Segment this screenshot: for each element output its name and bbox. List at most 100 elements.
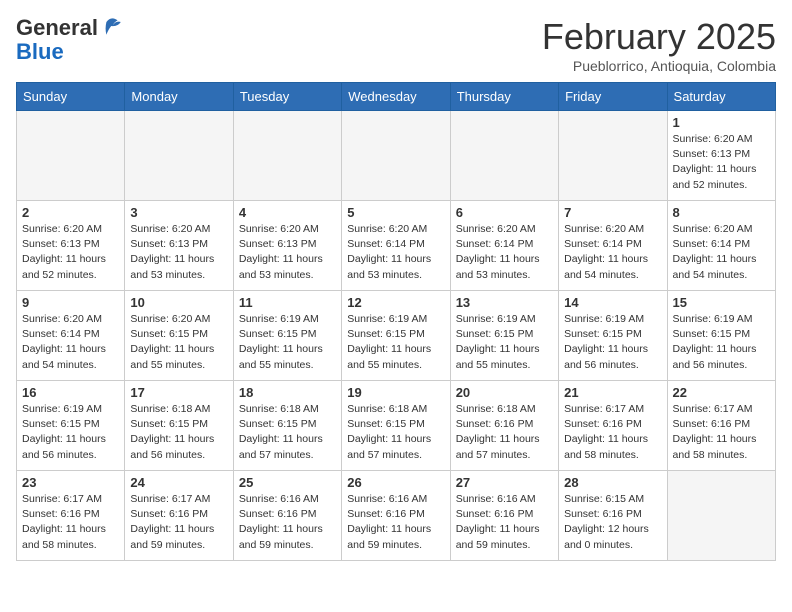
day-number: 16 [22, 385, 119, 400]
day-number: 25 [239, 475, 336, 490]
calendar-cell: 6Sunrise: 6:20 AM Sunset: 6:14 PM Daylig… [450, 201, 558, 291]
day-info: Sunrise: 6:17 AM Sunset: 6:16 PM Dayligh… [22, 492, 119, 553]
calendar-table: SundayMondayTuesdayWednesdayThursdayFrid… [16, 82, 776, 561]
calendar-cell: 13 Sunrise: 6:19 AM Sunset: 6:15 PM Dayli… [450, 291, 558, 381]
day-info: Sunrise: 6:18 AM Sunset: 6:15 PM Dayligh… [130, 402, 227, 463]
calendar-cell [667, 471, 775, 561]
day-number: 14 [564, 295, 661, 310]
calendar-cell: 9 Sunrise: 6:20 AM Sunset: 6:14 PM Daylig… [17, 291, 125, 381]
calendar-week-row: 9 Sunrise: 6:20 AM Sunset: 6:14 PM Daylig… [17, 291, 776, 381]
logo-blue-text: Blue [16, 39, 64, 64]
calendar-cell: 24Sunrise: 6:17 AM Sunset: 6:16 PM Dayli… [125, 471, 233, 561]
calendar-cell: 5 Sunrise: 6:20 AM Sunset: 6:14 PM Daylig… [342, 201, 450, 291]
calendar-cell: 18Sunrise: 6:18 AM Sunset: 6:15 PM Dayli… [233, 381, 341, 471]
calendar-cell: 21 Sunrise: 6:17 AM Sunset: 6:16 PM Dayli… [559, 381, 667, 471]
calendar-cell: 19 Sunrise: 6:18 AM Sunset: 6:15 PM Dayli… [342, 381, 450, 471]
day-of-week-header: Wednesday [342, 83, 450, 111]
day-info: Sunrise: 6:17 AM Sunset: 6:16 PM Dayligh… [130, 492, 227, 553]
location-text: Pueblorrico, Antioquia, Colombia [542, 58, 776, 74]
calendar-cell: 2 Sunrise: 6:20 AM Sunset: 6:13 PM Daylig… [17, 201, 125, 291]
day-info: Sunrise: 6:20 AM Sunset: 6:13 PM Dayligh… [22, 222, 119, 283]
day-number: 4 [239, 205, 336, 220]
day-info: Sunrise: 6:17 AM Sunset: 6:16 PM Dayligh… [564, 402, 661, 463]
day-info: Sunrise: 6:20 AM Sunset: 6:15 PM Dayligh… [130, 312, 227, 373]
calendar-week-row: 16 Sunrise: 6:19 AM Sunset: 6:15 PM Dayli… [17, 381, 776, 471]
day-number: 19 [347, 385, 444, 400]
day-number: 2 [22, 205, 119, 220]
day-info: Sunrise: 6:16 AM Sunset: 6:16 PM Dayligh… [239, 492, 336, 553]
calendar-cell: 3Sunrise: 6:20 AM Sunset: 6:13 PM Daylig… [125, 201, 233, 291]
day-info: Sunrise: 6:19 AM Sunset: 6:15 PM Dayligh… [456, 312, 553, 373]
day-number: 21 [564, 385, 661, 400]
day-number: 23 [22, 475, 119, 490]
calendar-cell: 4Sunrise: 6:20 AM Sunset: 6:13 PM Daylig… [233, 201, 341, 291]
day-number: 28 [564, 475, 661, 490]
calendar-cell: 8 Sunrise: 6:20 AM Sunset: 6:14 PM Daylig… [667, 201, 775, 291]
logo: General Blue [16, 16, 124, 64]
calendar-cell [125, 111, 233, 201]
day-info: Sunrise: 6:18 AM Sunset: 6:15 PM Dayligh… [347, 402, 444, 463]
month-title: February 2025 [542, 16, 776, 58]
day-info: Sunrise: 6:20 AM Sunset: 6:14 PM Dayligh… [673, 222, 770, 283]
day-info: Sunrise: 6:16 AM Sunset: 6:16 PM Dayligh… [456, 492, 553, 553]
day-number: 8 [673, 205, 770, 220]
day-info: Sunrise: 6:17 AM Sunset: 6:16 PM Dayligh… [673, 402, 770, 463]
calendar-cell [450, 111, 558, 201]
day-number: 17 [130, 385, 227, 400]
day-info: Sunrise: 6:15 AM Sunset: 6:16 PM Dayligh… [564, 492, 661, 553]
calendar-cell: 20 Sunrise: 6:18 AM Sunset: 6:16 PM Dayli… [450, 381, 558, 471]
day-number: 3 [130, 205, 227, 220]
day-number: 10 [130, 295, 227, 310]
calendar-cell: 1Sunrise: 6:20 AM Sunset: 6:13 PM Daylig… [667, 111, 775, 201]
calendar-cell: 17 Sunrise: 6:18 AM Sunset: 6:15 PM Dayli… [125, 381, 233, 471]
day-number: 18 [239, 385, 336, 400]
calendar-cell: 15 Sunrise: 6:19 AM Sunset: 6:15 PM Dayli… [667, 291, 775, 381]
page-header: General Blue February 2025 Pueblorrico, … [16, 16, 776, 74]
day-number: 1 [673, 115, 770, 130]
calendar-cell [342, 111, 450, 201]
day-of-week-header: Thursday [450, 83, 558, 111]
day-info: Sunrise: 6:20 AM Sunset: 6:14 PM Dayligh… [22, 312, 119, 373]
day-info: Sunrise: 6:20 AM Sunset: 6:14 PM Dayligh… [456, 222, 553, 283]
calendar-cell: 14Sunrise: 6:19 AM Sunset: 6:15 PM Dayli… [559, 291, 667, 381]
day-info: Sunrise: 6:16 AM Sunset: 6:16 PM Dayligh… [347, 492, 444, 553]
day-of-week-header: Monday [125, 83, 233, 111]
calendar-cell [233, 111, 341, 201]
day-number: 12 [347, 295, 444, 310]
day-number: 27 [456, 475, 553, 490]
calendar-cell: 7 Sunrise: 6:20 AM Sunset: 6:14 PM Daylig… [559, 201, 667, 291]
calendar-week-row: 1Sunrise: 6:20 AM Sunset: 6:13 PM Daylig… [17, 111, 776, 201]
day-info: Sunrise: 6:19 AM Sunset: 6:15 PM Dayligh… [22, 402, 119, 463]
day-number: 13 [456, 295, 553, 310]
day-info: Sunrise: 6:20 AM Sunset: 6:14 PM Dayligh… [564, 222, 661, 283]
day-of-week-header: Sunday [17, 83, 125, 111]
day-number: 7 [564, 205, 661, 220]
day-number: 20 [456, 385, 553, 400]
day-info: Sunrise: 6:19 AM Sunset: 6:15 PM Dayligh… [673, 312, 770, 373]
logo-bird-icon [100, 14, 124, 38]
calendar-cell [559, 111, 667, 201]
day-number: 22 [673, 385, 770, 400]
calendar-cell: 12 Sunrise: 6:19 AM Sunset: 6:15 PM Dayli… [342, 291, 450, 381]
calendar-cell: 23 Sunrise: 6:17 AM Sunset: 6:16 PM Dayli… [17, 471, 125, 561]
calendar-cell: 25 Sunrise: 6:16 AM Sunset: 6:16 PM Dayli… [233, 471, 341, 561]
day-number: 5 [347, 205, 444, 220]
day-number: 9 [22, 295, 119, 310]
day-info: Sunrise: 6:19 AM Sunset: 6:15 PM Dayligh… [239, 312, 336, 373]
day-info: Sunrise: 6:19 AM Sunset: 6:15 PM Dayligh… [347, 312, 444, 373]
calendar-week-row: 23 Sunrise: 6:17 AM Sunset: 6:16 PM Dayli… [17, 471, 776, 561]
calendar-week-row: 2 Sunrise: 6:20 AM Sunset: 6:13 PM Daylig… [17, 201, 776, 291]
day-number: 15 [673, 295, 770, 310]
calendar-cell: 11Sunrise: 6:19 AM Sunset: 6:15 PM Dayli… [233, 291, 341, 381]
day-of-week-header: Tuesday [233, 83, 341, 111]
calendar-cell: 27 Sunrise: 6:16 AM Sunset: 6:16 PM Dayli… [450, 471, 558, 561]
calendar-cell: 10 Sunrise: 6:20 AM Sunset: 6:15 PM Dayli… [125, 291, 233, 381]
calendar-cell: 28 Sunrise: 6:15 AM Sunset: 6:16 PM Dayli… [559, 471, 667, 561]
day-info: Sunrise: 6:20 AM Sunset: 6:14 PM Dayligh… [347, 222, 444, 283]
calendar-header-row: SundayMondayTuesdayWednesdayThursdayFrid… [17, 83, 776, 111]
calendar-cell: 26 Sunrise: 6:16 AM Sunset: 6:16 PM Dayli… [342, 471, 450, 561]
calendar-cell [17, 111, 125, 201]
day-of-week-header: Saturday [667, 83, 775, 111]
day-number: 26 [347, 475, 444, 490]
day-info: Sunrise: 6:18 AM Sunset: 6:16 PM Dayligh… [456, 402, 553, 463]
